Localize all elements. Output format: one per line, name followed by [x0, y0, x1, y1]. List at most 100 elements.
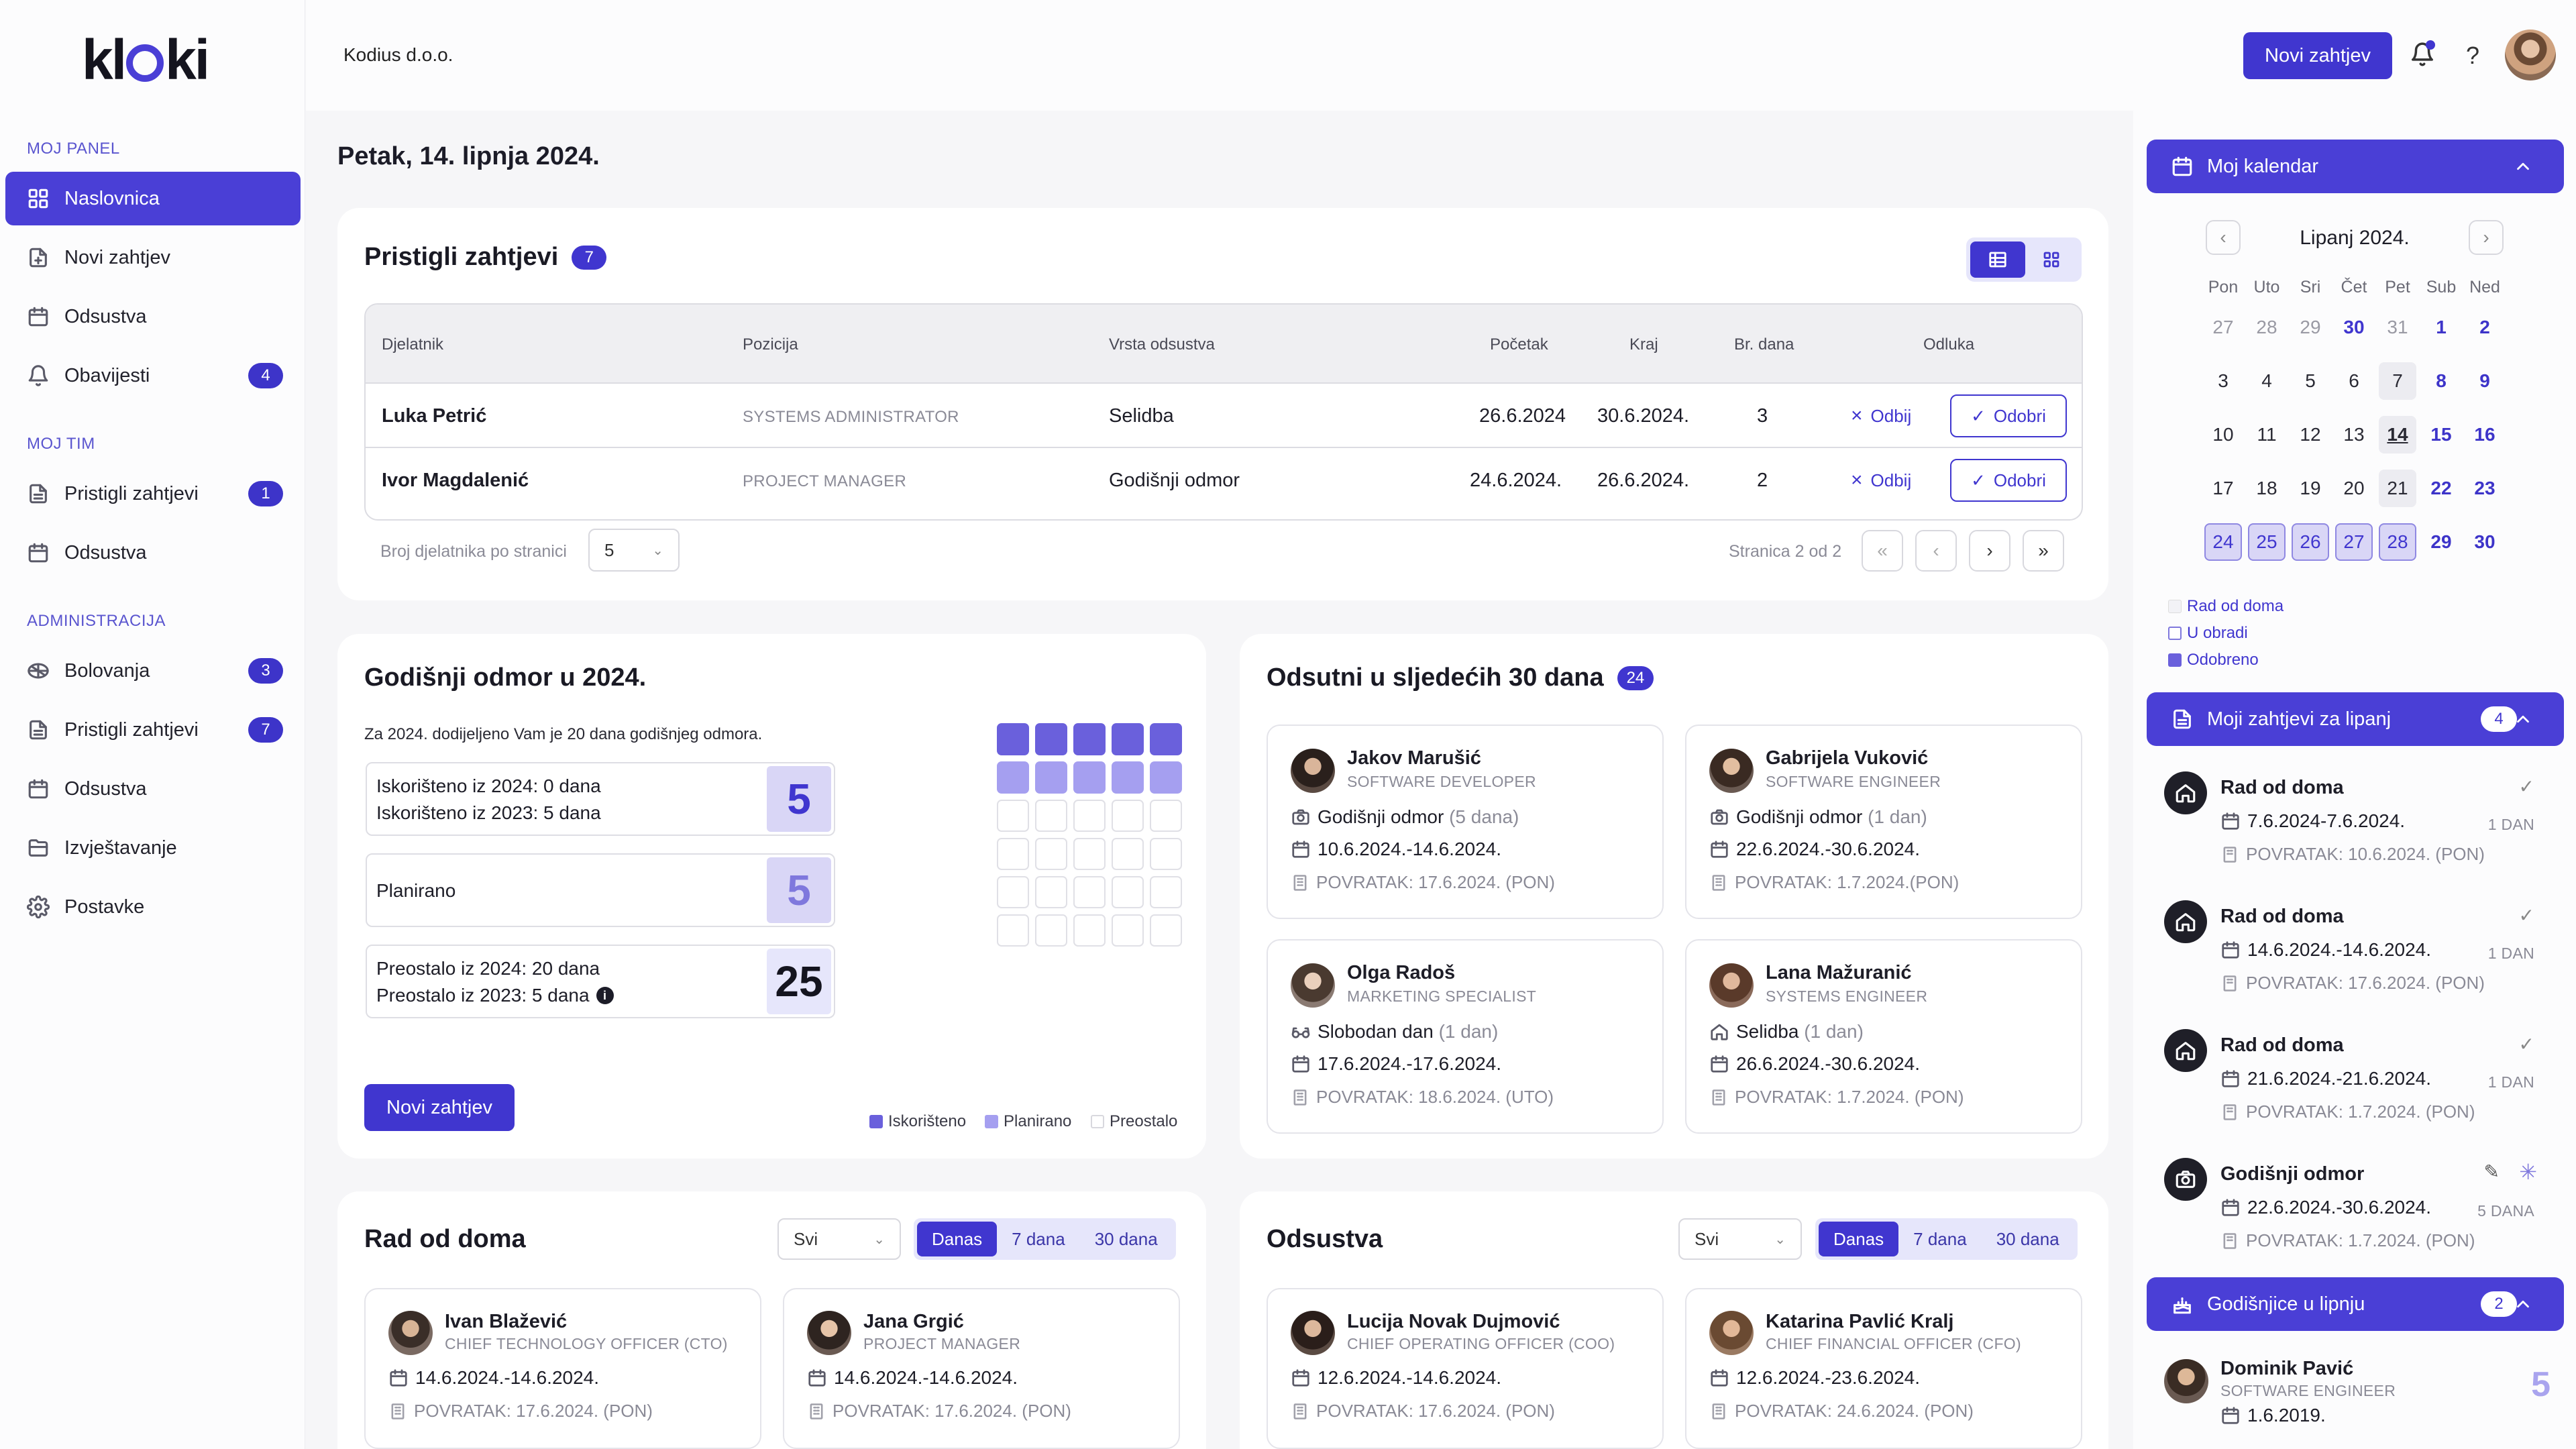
- tab-danas[interactable]: Danas: [917, 1222, 998, 1256]
- my-requests-panel-header[interactable]: Moji zahtjevi za lipanj 4: [2147, 692, 2564, 746]
- absent-person-card[interactable]: Olga Radoš MARKETING SPECIALIST Slobodan…: [1267, 939, 1664, 1134]
- calendar-day[interactable]: 13: [2335, 416, 2373, 453]
- calendar-day[interactable]: 27: [2335, 523, 2373, 561]
- calendar-day[interactable]: 1: [2422, 309, 2460, 346]
- prev-page-button[interactable]: ‹: [1915, 530, 1957, 572]
- approve-button[interactable]: ✓ Odobri: [1950, 394, 2067, 437]
- calendar-day[interactable]: 5: [2292, 362, 2329, 400]
- calendar-day[interactable]: 14: [2379, 416, 2416, 453]
- tab-30-dana[interactable]: 30 dana: [1080, 1222, 1173, 1256]
- tab-30-dana[interactable]: 30 dana: [1982, 1222, 2074, 1256]
- calendar-day[interactable]: 29: [2292, 309, 2329, 346]
- tab-7-dana[interactable]: 7 dana: [997, 1222, 1080, 1256]
- my-request-item[interactable]: Godišnji odmor ✎ ✳ 22.6.2024.-30.6.2024.…: [2147, 1151, 2564, 1279]
- wfh-person-card[interactable]: Jana Grgić PROJECT MANAGER 14.6.2024.-14…: [783, 1288, 1180, 1449]
- notifications-button[interactable]: [2410, 40, 2435, 67]
- tab-danas[interactable]: Danas: [1819, 1222, 1899, 1256]
- calendar-day[interactable]: 7: [2379, 362, 2416, 400]
- calendar-day[interactable]: 8: [2422, 362, 2460, 400]
- my-request-item[interactable]: Rad od doma ✓ 7.6.2024-7.6.2024. 1 DAN P…: [2147, 765, 2564, 892]
- sidebar-item-novi-zahtjev[interactable]: Novi zahtjev: [5, 231, 301, 284]
- absences-filter-select[interactable]: Svi ⌄: [1678, 1218, 1802, 1260]
- tab-7-dana[interactable]: 7 dana: [1898, 1222, 1982, 1256]
- filter-value: Svi: [794, 1228, 818, 1249]
- calendar-day[interactable]: 22: [2422, 470, 2460, 507]
- calendar-day[interactable]: 31: [2379, 309, 2416, 346]
- reject-button[interactable]: × Odbij: [1851, 401, 1911, 431]
- card-title: Rad od doma: [364, 1225, 526, 1253]
- sidebar-item-obavijesti[interactable]: Obavijesti 4: [5, 349, 301, 402]
- absence-person-card[interactable]: Katarina Pavlić Kralj CHIEF FINANCIAL OF…: [1685, 1288, 2082, 1449]
- sidebar-item-naslovnica[interactable]: Naslovnica: [5, 172, 301, 225]
- first-page-button[interactable]: «: [1862, 530, 1903, 572]
- anniversary-item[interactable]: Dominik Pavić SOFTWARE ENGINEER 1.6.2019…: [2147, 1348, 2564, 1442]
- calendar-day[interactable]: 30: [2335, 309, 2373, 346]
- last-page-button[interactable]: »: [2023, 530, 2064, 572]
- help-icon[interactable]: ?: [2466, 42, 2479, 70]
- approved-check-icon: ✓: [2518, 905, 2534, 926]
- anniversaries-panel-header[interactable]: Godišnjice u lipnju 2: [2147, 1277, 2564, 1331]
- per-page-select[interactable]: 5 ⌄: [588, 529, 680, 572]
- calendar-day[interactable]: 6: [2335, 362, 2373, 400]
- new-request-button[interactable]: Novi zahtjev: [2243, 32, 2392, 79]
- calendar-day[interactable]: 9: [2466, 362, 2504, 400]
- avatar: [1709, 1311, 1754, 1355]
- calendar-day[interactable]: 29: [2422, 523, 2460, 561]
- absence-person-card[interactable]: Lucija Novak Dujmović CHIEF OPERATING OF…: [1267, 1288, 1664, 1449]
- sidebar-item-odsustva-tim[interactable]: Odsustva: [5, 526, 301, 580]
- info-icon[interactable]: i: [596, 987, 614, 1004]
- sidebar-item-bolovanja[interactable]: Bolovanja 3: [5, 644, 301, 698]
- calendar-day[interactable]: 2: [2466, 309, 2504, 346]
- sidebar-item-izvjestavanje[interactable]: Izvještavanje: [5, 821, 301, 875]
- grid-view-button[interactable]: [2025, 241, 2078, 278]
- company-name[interactable]: Kodius d.o.o.: [343, 44, 453, 66]
- calendar-day[interactable]: 17: [2204, 470, 2242, 507]
- sidebar-item-pristigli-zahtjevi-tim[interactable]: Pristigli zahtjevi 1: [5, 467, 301, 521]
- calendar-day[interactable]: 19: [2292, 470, 2329, 507]
- wfh-person-card[interactable]: Ivan Blažević CHIEF TECHNOLOGY OFFICER (…: [364, 1288, 761, 1449]
- person-role: SYSTEMS ENGINEER: [1766, 987, 1928, 1005]
- my-request-item[interactable]: Rad od doma ✓ 21.6.2024.-21.6.2024. 1 DA…: [2147, 1022, 2564, 1150]
- vacation-new-request-button[interactable]: Novi zahtjev: [364, 1084, 515, 1131]
- reject-button[interactable]: × Odbij: [1851, 466, 1911, 495]
- calendar-day[interactable]: 20: [2335, 470, 2373, 507]
- calendar-day[interactable]: 21: [2379, 470, 2416, 507]
- calendar-day[interactable]: 4: [2248, 362, 2286, 400]
- calendar-day[interactable]: 23: [2466, 470, 2504, 507]
- sidebar-item-pristigli-zahtjevi-admin[interactable]: Pristigli zahtjevi 7: [5, 703, 301, 757]
- legend-swatch: [2168, 653, 2182, 667]
- wfh-filter-select[interactable]: Svi ⌄: [777, 1218, 901, 1260]
- calendar-day[interactable]: 28: [2248, 309, 2286, 346]
- kloki-logo[interactable]: kl ki: [82, 30, 210, 90]
- table-view-button[interactable]: [1970, 241, 2025, 278]
- calendar-day[interactable]: 12: [2292, 416, 2329, 453]
- calendar-day[interactable]: 28: [2379, 523, 2416, 561]
- next-month-button[interactable]: ›: [2469, 220, 2504, 255]
- prev-month-button[interactable]: ‹: [2206, 220, 2241, 255]
- absent-person-card[interactable]: Gabrijela Vuković SOFTWARE ENGINEER Godi…: [1685, 724, 2082, 919]
- calendar-day[interactable]: 16: [2466, 416, 2504, 453]
- sidebar-item-postavke[interactable]: Postavke: [5, 880, 301, 934]
- calendar-panel-header[interactable]: Moj kalendar: [2147, 140, 2564, 193]
- count-badge: 3: [248, 658, 283, 684]
- edit-icon[interactable]: ✎: [2484, 1161, 2500, 1183]
- calendar-day[interactable]: 3: [2204, 362, 2242, 400]
- calendar-day[interactable]: 26: [2292, 523, 2329, 561]
- calendar-day[interactable]: 30: [2466, 523, 2504, 561]
- calendar-day[interactable]: 25: [2248, 523, 2286, 561]
- sidebar-item-odsustva[interactable]: Odsustva: [5, 290, 301, 343]
- calendar-day[interactable]: 11: [2248, 416, 2286, 453]
- remaining-day-cell: [1035, 838, 1067, 870]
- absent-person-card[interactable]: Jakov Marušić SOFTWARE DEVELOPER Godišnj…: [1267, 724, 1664, 919]
- calendar-day[interactable]: 10: [2204, 416, 2242, 453]
- my-request-item[interactable]: Rad od doma ✓ 14.6.2024.-14.6.2024. 1 DA…: [2147, 894, 2564, 1021]
- sidebar-item-odsustva-admin[interactable]: Odsustva: [5, 762, 301, 816]
- approve-button[interactable]: ✓ Odobri: [1950, 459, 2067, 502]
- absent-person-card[interactable]: Lana Mažuranić SYSTEMS ENGINEER Selidba …: [1685, 939, 2082, 1134]
- calendar-day[interactable]: 18: [2248, 470, 2286, 507]
- user-avatar[interactable]: [2505, 30, 2556, 80]
- calendar-day[interactable]: 27: [2204, 309, 2242, 346]
- calendar-day[interactable]: 24: [2204, 523, 2242, 561]
- calendar-day[interactable]: 15: [2422, 416, 2460, 453]
- next-page-button[interactable]: ›: [1969, 530, 2010, 572]
